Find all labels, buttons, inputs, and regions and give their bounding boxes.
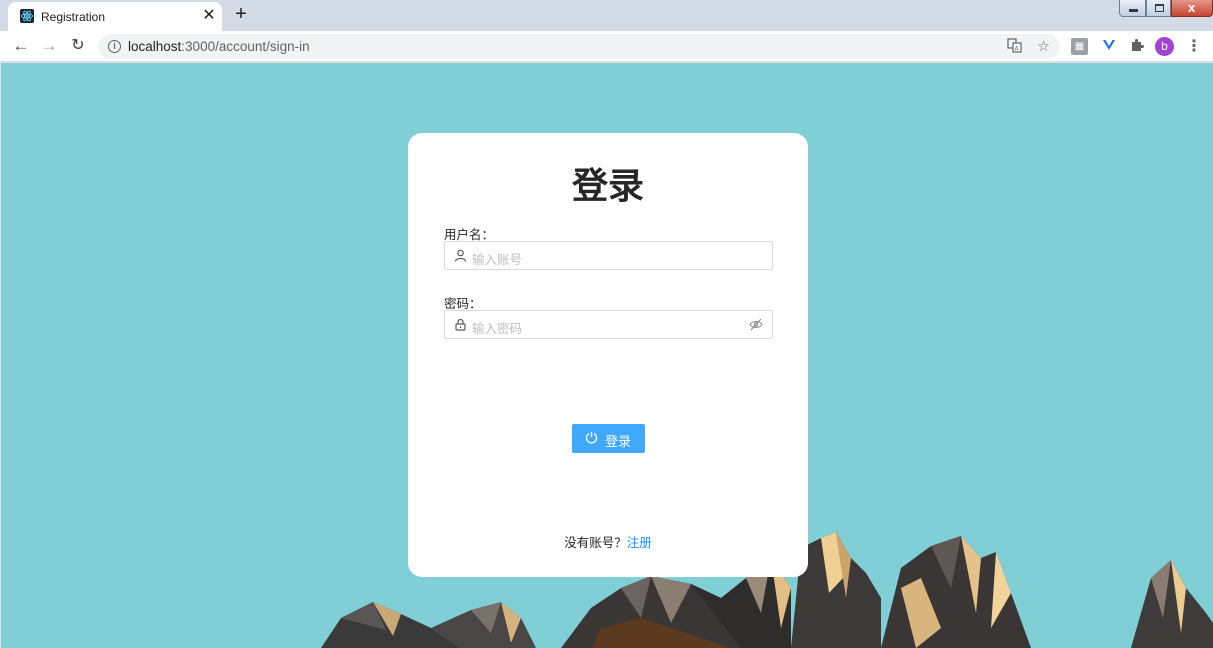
login-button[interactable]: 登录: [572, 424, 645, 453]
close-icon: x: [1188, 0, 1196, 15]
browser-tab[interactable]: Registration ✕: [8, 2, 222, 31]
page-title: 登录: [571, 166, 644, 207]
react-favicon-icon: [20, 9, 34, 23]
lock-icon: [454, 318, 467, 331]
power-icon: [585, 431, 598, 444]
maximize-button[interactable]: [1146, 0, 1171, 17]
vue-devtools-icon[interactable]: [1100, 38, 1117, 55]
menu-kebab-icon[interactable]: ⋮: [1186, 37, 1202, 56]
info-icon[interactable]: i: [108, 40, 121, 53]
user-icon: [454, 249, 467, 262]
minimize-button[interactable]: [1119, 0, 1146, 17]
forward-arrow-icon[interactable]: →: [39, 36, 59, 56]
extensions-puzzle-icon[interactable]: [1128, 38, 1145, 55]
url-path: :3000/account/sign-in: [181, 39, 310, 54]
register-prompt: 没有账号？注册: [408, 532, 808, 551]
window-close-button[interactable]: x: [1171, 0, 1213, 17]
password-placeholder: 输入密码: [472, 322, 523, 336]
no-account-text: 没有账号？: [564, 536, 627, 550]
reload-icon[interactable]: ↻: [68, 36, 88, 56]
new-tab-button[interactable]: +: [230, 4, 252, 26]
page-viewport: 登录 用户名： 输入账号 密码： 输入密码 登录 没有账号？注册: [1, 63, 1213, 648]
login-button-label: 登录: [605, 434, 632, 449]
extension-icon[interactable]: ▦: [1071, 38, 1088, 55]
url-host: localhost: [128, 39, 182, 54]
bookmark-star-icon[interactable]: ☆: [1035, 38, 1052, 55]
profile-avatar[interactable]: b: [1155, 37, 1174, 56]
username-input[interactable]: 输入账号: [444, 241, 773, 270]
browser-toolbar: ← → ↻ i localhost:3000/account/sign-in A…: [0, 31, 1213, 62]
back-arrow-icon[interactable]: ←: [11, 36, 31, 56]
username-placeholder: 输入账号: [472, 253, 523, 267]
password-input[interactable]: 输入密码: [444, 310, 773, 339]
tab-strip: Registration ✕ + x: [0, 0, 1213, 31]
tab-close-icon[interactable]: ✕: [200, 7, 218, 25]
minimize-icon: [1129, 9, 1138, 12]
login-card: 登录 用户名： 输入账号 密码： 输入密码 登录 没有账号？注册: [408, 133, 808, 577]
tab-title: Registration: [41, 10, 106, 24]
url-text[interactable]: localhost:3000/account/sign-in: [128, 39, 310, 54]
maximize-icon: [1155, 4, 1164, 12]
register-link[interactable]: 注册: [627, 536, 652, 550]
translate-icon[interactable]: A: [1006, 38, 1023, 55]
eye-invisible-icon[interactable]: [749, 318, 763, 331]
address-bar[interactable]: i localhost:3000/account/sign-in A ☆: [98, 34, 1060, 59]
